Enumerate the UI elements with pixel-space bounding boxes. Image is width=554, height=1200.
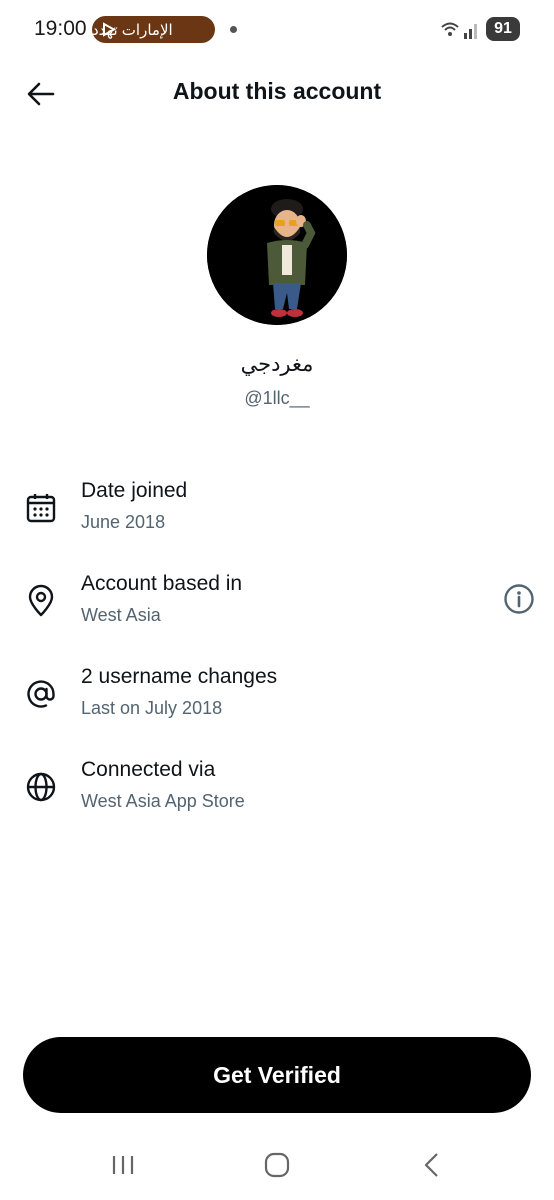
date-joined-label: Date joined xyxy=(81,479,188,502)
play-icon xyxy=(103,22,116,37)
back-nav-icon[interactable] xyxy=(418,1150,448,1180)
avatar-illustration xyxy=(207,185,347,325)
info-row-date-joined: Date joined June 2018 xyxy=(0,479,554,549)
globe-icon xyxy=(26,772,56,802)
username-changes-label: 2 username changes xyxy=(81,665,278,688)
notification-dot xyxy=(230,26,237,33)
display-name: مغردجي xyxy=(240,352,314,376)
info-row-account-based-in: Account based in West Asia xyxy=(0,572,554,642)
account-based-in-value: West Asia xyxy=(81,605,161,625)
info-row-connected-via: Connected via West Asia App Store xyxy=(0,758,554,828)
account-based-in-label: Account based in xyxy=(81,572,243,595)
notification-pill[interactable]: الإمارات تهدد xyxy=(92,16,215,43)
recent-apps-icon[interactable] xyxy=(108,1150,138,1180)
get-verified-button[interactable]: Get Verified xyxy=(23,1037,531,1113)
at-sign-icon xyxy=(27,680,55,708)
info-icon[interactable] xyxy=(503,583,535,615)
connected-via-value: West Asia App Store xyxy=(81,791,245,811)
info-row-username-changes: 2 username changes Last on July 2018 xyxy=(0,665,554,735)
home-icon[interactable] xyxy=(262,1150,292,1180)
avatar[interactable] xyxy=(207,185,347,325)
status-bar: 19:00 الإمارات تهدد 91 xyxy=(0,0,554,60)
username-changes-value: Last on July 2018 xyxy=(81,698,223,718)
status-time: 19:00 xyxy=(34,17,87,40)
page-title: About this account xyxy=(172,78,382,104)
location-pin-icon xyxy=(28,584,54,617)
battery-indicator: 91 xyxy=(486,17,520,41)
date-joined-value: June 2018 xyxy=(81,512,166,532)
calendar-icon xyxy=(26,494,56,523)
username-handle: @1llc__ xyxy=(244,388,310,408)
wifi-signal-icon xyxy=(441,22,477,39)
connected-via-label: Connected via xyxy=(81,758,216,781)
